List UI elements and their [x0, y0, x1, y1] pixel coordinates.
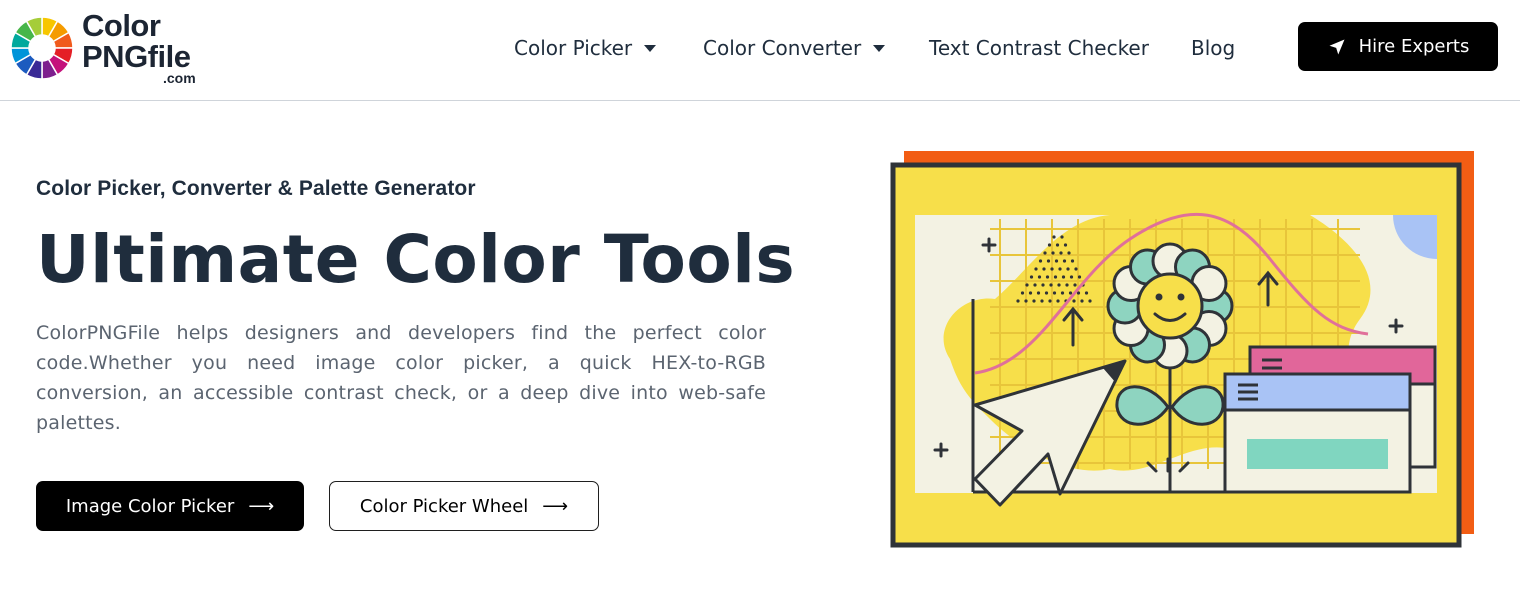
- site-header: Color PNGfile .com Color Picker Color Co…: [0, 0, 1520, 101]
- texture-dot: [1037, 275, 1042, 279]
- texture-dot: [1073, 283, 1077, 287]
- logo-line1: Color: [82, 8, 161, 43]
- texture-dot: [1069, 275, 1074, 279]
- texture-dot: [1065, 283, 1069, 287]
- texture-dot: [1055, 243, 1060, 247]
- logo[interactable]: Color PNGfile .com: [10, 8, 210, 88]
- texture-dot: [1049, 283, 1053, 287]
- texture-dot: [1020, 291, 1025, 295]
- texture-dot: [1033, 283, 1037, 287]
- texture-dot: [1041, 283, 1045, 287]
- hire-experts-label: Hire Experts: [1358, 36, 1470, 57]
- color-wheel-logo-icon: [10, 16, 74, 80]
- texture-dot: [1066, 267, 1070, 271]
- wheel-center: [31, 37, 53, 59]
- texture-dot: [1059, 251, 1063, 255]
- texture-dot: [1088, 299, 1092, 303]
- arrow-right-icon: ⟶: [542, 495, 569, 517]
- texture-dot: [1060, 235, 1064, 239]
- color-picker-wheel-label: Color Picker Wheel: [359, 495, 529, 517]
- nav-blog[interactable]: Blog: [1191, 36, 1235, 60]
- texture-dot: [1046, 259, 1051, 263]
- flower-center: [1136, 272, 1204, 340]
- texture-dot: [1029, 275, 1034, 279]
- texture-dot: [1060, 291, 1065, 295]
- texture-dot: [1074, 267, 1078, 271]
- smiley-eye: [1155, 293, 1163, 301]
- texture-dot: [1038, 259, 1043, 263]
- texture-dot: [1072, 299, 1076, 303]
- texture-dot: [1050, 267, 1054, 271]
- nav-color-converter[interactable]: Color Converter: [703, 36, 886, 60]
- texture-dot: [1062, 259, 1067, 263]
- texture-dot: [1034, 267, 1038, 271]
- nav-color-picker[interactable]: Color Picker: [514, 36, 657, 60]
- hire-experts-button[interactable]: Hire Experts: [1298, 22, 1498, 71]
- nav-color-converter-label: Color Converter: [703, 36, 862, 60]
- nav-color-picker-label: Color Picker: [514, 36, 633, 60]
- texture-dot: [1036, 291, 1041, 295]
- nav-text-contrast-label: Text Contrast Checker: [929, 36, 1149, 60]
- texture-dot: [1032, 299, 1036, 303]
- texture-dot: [1054, 259, 1059, 263]
- texture-dot: [1053, 275, 1058, 279]
- smiley-eye: [1177, 293, 1185, 301]
- texture-dot: [1051, 251, 1055, 255]
- texture-dot: [1028, 291, 1033, 295]
- logo-suffix: .com: [163, 70, 196, 86]
- texture-dot: [1024, 299, 1028, 303]
- texture-dot: [1084, 291, 1089, 295]
- hero-title: Ultimate Color Tools: [36, 221, 796, 298]
- texture-dot: [1025, 283, 1029, 287]
- texture-dot: [1068, 291, 1073, 295]
- texture-dot: [1058, 267, 1062, 271]
- texture-dot: [1047, 243, 1052, 247]
- nav-text-contrast-checker[interactable]: Text Contrast Checker: [929, 36, 1149, 60]
- hero-subtitle: Color Picker, Converter & Palette Genera…: [36, 177, 476, 200]
- color-picker-wheel-button[interactable]: Color Picker Wheel ⟶: [329, 481, 599, 531]
- chevron-down-icon: [873, 44, 886, 52]
- color-tools-illustration: [890, 151, 1474, 548]
- image-color-picker-label: Image Color Picker: [65, 495, 235, 517]
- navigation-arrow-icon: [1329, 39, 1345, 54]
- window-color-swatch: [1247, 439, 1388, 469]
- texture-dot: [1052, 235, 1056, 239]
- texture-dot: [1067, 251, 1071, 255]
- image-color-picker-button[interactable]: Image Color Picker ⟶: [36, 481, 304, 531]
- texture-dot: [1052, 291, 1057, 295]
- texture-dot: [1042, 267, 1046, 271]
- texture-dot: [1070, 259, 1075, 263]
- arrow-right-icon: ⟶: [248, 495, 275, 517]
- texture-dot: [1077, 275, 1082, 279]
- texture-dot: [1016, 299, 1020, 303]
- texture-dot: [1040, 299, 1044, 303]
- texture-dot: [1056, 299, 1060, 303]
- logo-text: Color PNGfile: [82, 8, 191, 74]
- nav-blog-label: Blog: [1191, 36, 1236, 60]
- texture-dot: [1045, 275, 1050, 279]
- texture-dot: [1061, 275, 1066, 279]
- texture-dot: [1043, 251, 1047, 255]
- texture-dot: [1057, 283, 1061, 287]
- hero-description: ColorPNGFile helps designers and develop…: [36, 322, 766, 434]
- logo-line2: PNGfile: [82, 39, 191, 74]
- texture-dot: [1080, 299, 1084, 303]
- texture-dot: [1044, 291, 1049, 295]
- texture-dot: [1048, 299, 1052, 303]
- texture-dot: [1063, 243, 1068, 247]
- chevron-down-icon: [644, 44, 657, 52]
